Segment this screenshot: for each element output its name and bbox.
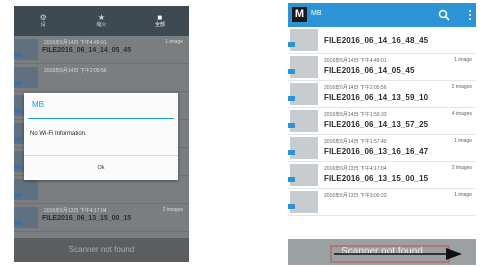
star-icon: ★ [97,13,106,22]
file-name: FILE2016_06_14_05_45 [324,66,415,75]
file-date: 2016年6月14日 下午2:05:56 [44,68,107,74]
left-phone-screen: ⚙ 设 ★ 缩火 ■ 全部 2016年6月14日 下午4:49:01 1 ima… [14,6,189,262]
settings-icon: ⚙ [39,13,47,22]
list-item[interactable]: FILE2016_06_14_16_48_45 [288,27,476,54]
file-thumbnail [288,110,318,132]
file-count: 1 image [165,39,183,45]
tag-icon [288,123,295,128]
scanner-status-bar: Scanner not found [14,238,189,262]
ok-button[interactable]: Ok [24,157,178,179]
list-item[interactable]: 2016年6月14日 下午2:05:56 2 images FILE2016_0… [288,81,476,108]
list-item[interactable]: 2016年6月13日 下午3:00:23 1 image [288,189,476,216]
file-date: 2016年6月14日 下午1:59:33 [324,112,387,118]
left-tab-bar: ⚙ 设 ★ 缩火 ■ 全部 [14,6,189,36]
tag-icon [14,81,22,85]
file-date: 2016年6月13日 下午3:00:23 [324,193,387,199]
file-thumbnail [288,56,318,78]
file-count: 2 images [451,165,472,171]
tab-all-label: 全部 [154,22,165,28]
app-toolbar: M MB [288,3,476,27]
right-file-list: FILE2016_06_14_16_48_45 2016年6月14日 下午4:4… [288,27,476,216]
overflow-menu-icon[interactable] [468,9,472,21]
list-item[interactable]: 2016年6月14日 下午1:57:40 1 image FILE2016_06… [288,135,476,162]
tag-icon [14,109,22,113]
file-thumbnail [14,67,38,88]
grid-icon: ■ [157,13,163,22]
file-thumbnail [288,29,318,51]
file-thumbnail [288,164,318,186]
list-item[interactable] [14,176,189,204]
list-item[interactable]: 2016年6月14日 下午4:49:01 1 image FILE2016_06… [288,54,476,81]
right-phone-screen: M MB FILE2016_06_14_16_48_45 2016年6月14日 … [288,3,476,265]
tag-icon [288,177,295,182]
list-item[interactable]: 2016年6月14日 下午1:59:33 4 images FILE2016_0… [288,108,476,135]
file-thumbnail [14,39,38,60]
tag-icon [288,96,295,101]
file-date: 2016年6月14日 下午2:05:56 [324,85,387,91]
dialog-title: MB [32,100,44,109]
arrow-annotation-icon [330,245,462,263]
file-count: 1 image [454,138,472,144]
file-thumbnail [14,179,38,200]
tab-settings-label: 设 [40,22,46,28]
file-name: FILE2016_06_14_16_48_45 [324,36,429,45]
list-item[interactable]: 2016年6月13日 下午4:17:04 2 images FILE2016_0… [14,204,189,232]
list-item[interactable]: 2016年6月13日 下午4:17:04 2 images FILE2016_0… [288,162,476,189]
list-item[interactable]: 2016年6月14日 下午4:49:01 1 image FILE2016_06… [14,36,189,64]
file-name: FILE2016_06_13_15_00_15 [324,174,429,183]
tab-all[interactable]: ■ 全部 [131,6,189,36]
file-name: FILE2016_06_14_14_05_45 [42,47,132,54]
file-count: 1 image [454,192,472,198]
tab-favorites[interactable]: ★ 缩火 [72,6,130,36]
file-date: 2016年6月14日 下午4:49:01 [44,40,107,46]
dialog-message: No Wi-Fi Information. [30,131,87,137]
wifi-alert-dialog: MB No Wi-Fi Information. Ok [24,93,178,180]
tag-icon [288,150,295,155]
list-item[interactable]: 2016年6月14日 下午2:05:56 [14,64,189,92]
file-name: FILE2016_06_14_13_57_25 [324,120,429,129]
tab-settings[interactable]: ⚙ 设 [14,6,72,36]
file-name: FILE2016_06_13_16_16_47 [324,147,429,156]
dialog-divider [28,118,174,119]
file-count: 1 image [454,57,472,63]
file-count: 2 images [451,84,472,90]
file-count: 2 images [162,207,183,213]
tag-icon [14,53,22,57]
file-name: FILE2016_06_13_15_00_15 [42,215,132,222]
app-title: MB [311,10,322,17]
tag-icon [14,221,22,225]
file-count: 4 images [451,111,472,117]
tag-icon [14,137,22,141]
tag-icon [288,42,295,47]
file-thumbnail [288,191,318,213]
file-date: 2016年6月13日 下午4:17:04 [44,208,107,214]
tag-icon [288,69,295,74]
dialog-button-divider [24,155,178,156]
tab-favorites-label: 缩火 [96,22,107,28]
file-name: FILE2016_06_14_13_59_10 [324,93,429,102]
tag-icon [14,193,22,197]
tag-icon [14,165,22,169]
file-thumbnail [14,207,38,228]
tag-icon [288,204,295,209]
file-date: 2016年6月13日 下午4:17:04 [324,166,387,172]
file-thumbnail [288,137,318,159]
file-thumbnail [288,83,318,105]
app-logo: M [292,7,307,22]
file-date: 2016年6月14日 下午1:57:40 [324,139,387,145]
search-icon[interactable] [438,9,450,21]
file-date: 2016年6月14日 下午4:49:01 [324,58,387,64]
